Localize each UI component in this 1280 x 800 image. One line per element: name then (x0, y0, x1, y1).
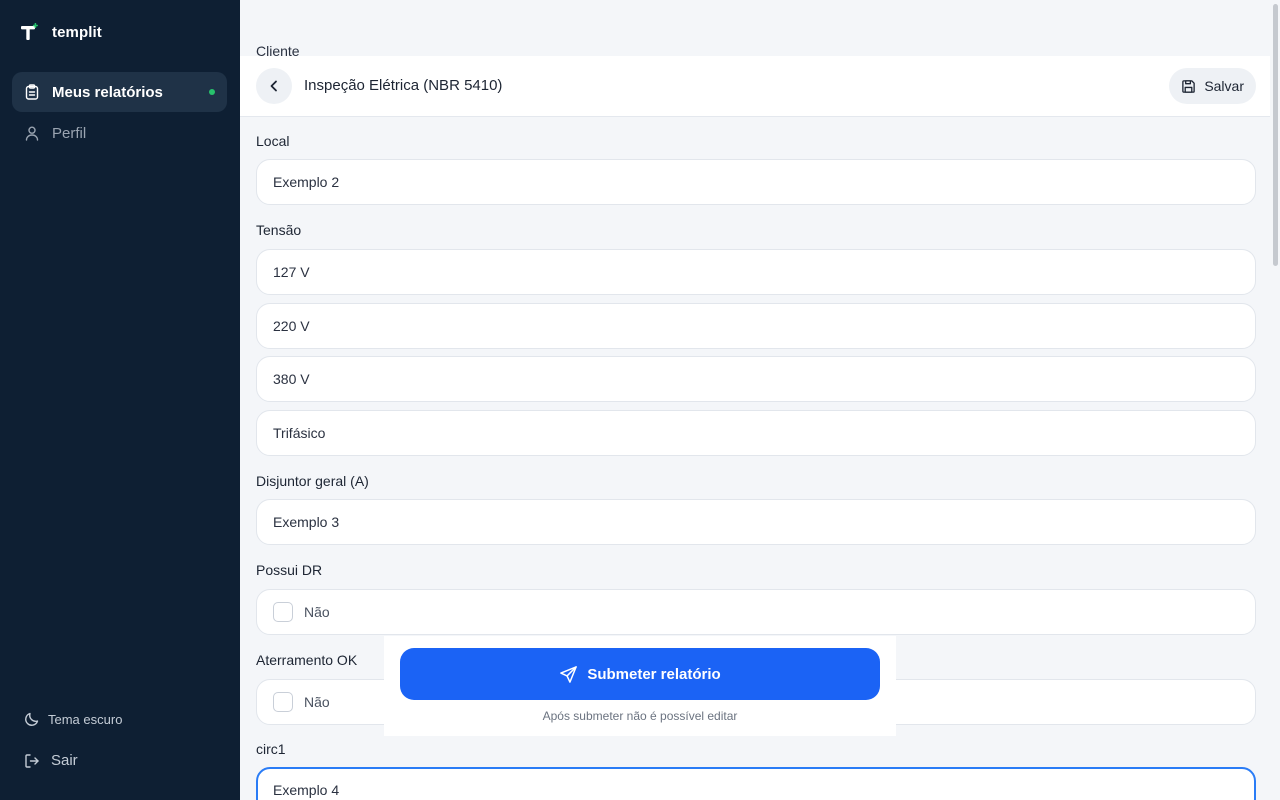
active-indicator-dot (209, 89, 215, 95)
sidebar: templit Meus relatórios Perfil Tema escu… (0, 0, 240, 800)
app-name: templit (52, 23, 102, 41)
field-label-disjuntor: Disjuntor geral (A) (256, 473, 369, 489)
field-label-possui-dr: Possui DR (256, 562, 323, 578)
checkbox-label: Não (304, 694, 330, 710)
logout-icon (25, 753, 39, 768)
field-label-local: Local (256, 133, 290, 149)
chevron-left-icon (270, 80, 277, 92)
disjuntor-input[interactable]: Exemplo 3 (256, 499, 1256, 545)
field-label-aterramento: Aterramento OK (256, 652, 358, 668)
theme-toggle[interactable]: Tema escuro (24, 711, 122, 727)
save-button[interactable]: Salvar (1169, 68, 1256, 104)
page-title: Inspeção Elétrica (NBR 5410) (304, 77, 503, 94)
scrollbar-thumb[interactable] (1273, 4, 1278, 266)
tensao-option-380v[interactable]: 380 V (256, 356, 1256, 402)
send-icon (560, 665, 578, 683)
checkbox-label: Não (304, 604, 330, 620)
user-icon (25, 126, 39, 141)
tensao-option-220v[interactable]: 220 V (256, 303, 1256, 349)
templit-logo-icon (21, 23, 38, 40)
sidebar-item-label: Meus relatórios (52, 83, 163, 101)
tensao-option-trifasico[interactable]: Trifásico (256, 410, 1256, 456)
moon-icon (25, 712, 39, 726)
possui-dr-checkbox-field[interactable]: Não (256, 589, 1256, 635)
back-button[interactable] (256, 68, 292, 104)
submit-note: Após submeter não é possível editar (542, 709, 738, 723)
submit-panel: Submeter relatório Após submeter não é p… (384, 636, 896, 736)
submit-report-button[interactable]: Submeter relatório (400, 648, 880, 700)
submit-button-label: Submeter relatório (587, 665, 721, 683)
local-input[interactable]: Exemplo 2 (256, 159, 1256, 205)
sidebar-item-perfil[interactable]: Perfil (12, 113, 227, 153)
field-label-tensao: Tensão (256, 222, 302, 238)
floppy-disk-icon (1182, 79, 1196, 93)
logout-button[interactable]: Sair (24, 752, 78, 769)
brand[interactable]: templit (20, 22, 102, 42)
logout-label: Sair (51, 752, 78, 769)
report-header: Inspeção Elétrica (NBR 5410) Salvar (240, 56, 1270, 117)
clipboard-icon (25, 84, 39, 100)
theme-toggle-label: Tema escuro (48, 711, 123, 727)
sidebar-item-meus-relatorios[interactable]: Meus relatórios (12, 72, 227, 112)
field-label-circ1: circ1 (256, 741, 286, 757)
circ1-input[interactable]: Exemplo 4 (256, 767, 1256, 800)
save-button-label: Salvar (1204, 78, 1244, 94)
sidebar-item-label: Perfil (52, 124, 87, 142)
possui-dr-checkbox[interactable] (273, 602, 293, 622)
tensao-option-127v[interactable]: 127 V (256, 249, 1256, 295)
aterramento-checkbox[interactable] (273, 692, 293, 712)
